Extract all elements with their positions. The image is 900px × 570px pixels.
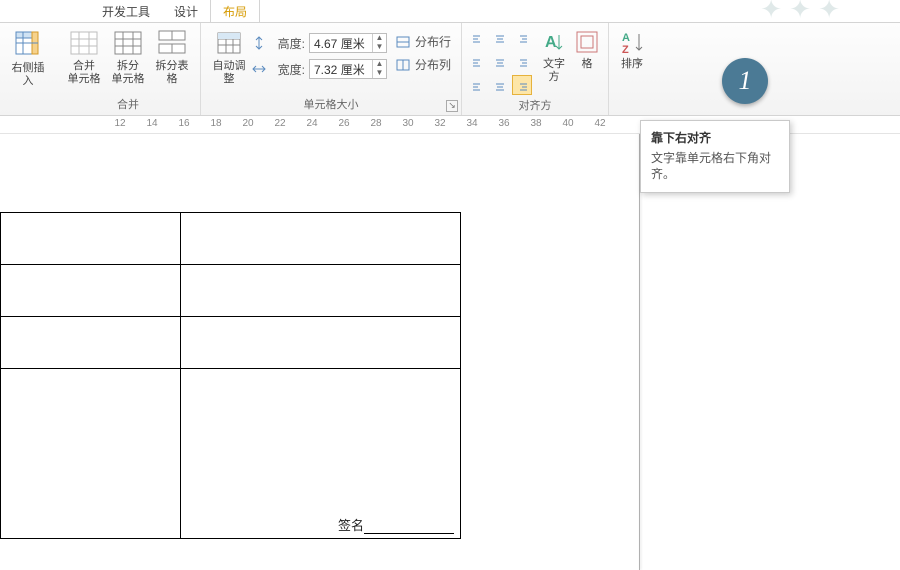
svg-text:Z: Z [622, 44, 629, 55]
table-row: 签名 [1, 369, 461, 539]
text-direction-button[interactable]: A 文字方 [536, 27, 572, 84]
ruler-tick: 18 [210, 118, 221, 129]
ruler-tick: 42 [594, 118, 605, 129]
split-table-button[interactable]: 拆分表格 [150, 27, 194, 86]
table-row [1, 317, 461, 369]
merge-cells-button[interactable]: 合并 单元格 [62, 27, 106, 86]
align-top-left[interactable] [468, 31, 488, 51]
insert-right-label: 右侧插入 [8, 62, 48, 88]
align-mid-center[interactable] [490, 53, 510, 73]
signature-text: 签名 [338, 515, 454, 534]
autofit-label: 自动调整 [209, 60, 249, 86]
autofit-icon [214, 29, 244, 57]
spin-down[interactable]: ▼ [373, 43, 386, 52]
text-direction-icon: A [541, 29, 567, 55]
page-right-edge [639, 134, 640, 570]
split-cells-icon [113, 29, 143, 57]
row-height-input[interactable]: 4.67 厘米 ▲▼ [309, 33, 387, 53]
svg-text:A: A [622, 32, 630, 44]
tab-devtools[interactable]: 开发工具 [90, 0, 162, 22]
cell-margins-icon [574, 29, 600, 55]
ruler-tick: 12 [114, 118, 125, 129]
tooltip-align-bottom-right: 靠下右对齐 文字靠单元格右下角对齐。 [640, 120, 790, 193]
ruler-tick: 36 [498, 118, 509, 129]
cell-margins-label: 格 [582, 58, 593, 71]
ruler-tick: 32 [434, 118, 445, 129]
text-direction-label: 文字方 [538, 58, 570, 84]
tooltip-title: 靠下右对齐 [651, 129, 779, 146]
height-label: 高度: [271, 35, 305, 52]
document-table[interactable]: 签名 [0, 212, 461, 539]
ruler-tick: 34 [466, 118, 477, 129]
alignment-grid [468, 27, 532, 95]
ruler-tick: 16 [178, 118, 189, 129]
cellsize-group-label: 单元格大小 [207, 94, 455, 115]
width-label: 宽度: [271, 61, 305, 78]
sort-button[interactable]: AZ 排序 [615, 27, 649, 71]
page: 签名 [0, 134, 640, 570]
split-cells-label: 拆分 单元格 [112, 60, 145, 86]
distribute-rows-icon [395, 34, 411, 50]
distribute-cols-label: 分布列 [415, 56, 451, 73]
table-row [1, 265, 461, 317]
group-label-blank2 [615, 98, 649, 115]
align-bot-left[interactable] [468, 75, 488, 95]
merge-group-label: 合并 [62, 94, 194, 115]
cellsize-dialog-launcher[interactable]: ↘ [446, 100, 458, 112]
ruler-tick: 20 [242, 118, 253, 129]
ruler-tick: 26 [338, 118, 349, 129]
ruler-tick: 22 [274, 118, 285, 129]
ruler-tick: 40 [562, 118, 573, 129]
align-top-center[interactable] [490, 31, 510, 51]
distribute-rows-label: 分布行 [415, 33, 451, 50]
col-width-icon [251, 61, 267, 77]
row-height-value: 4.67 厘米 [310, 35, 372, 52]
sort-icon: AZ [619, 29, 645, 55]
distribute-rows-button[interactable]: 分布行 [395, 33, 451, 50]
cell-margins-button[interactable]: 格 [572, 27, 602, 84]
distribute-cols-icon [395, 57, 411, 73]
ruler-tick: 14 [146, 118, 157, 129]
insert-column-right-icon [13, 29, 43, 59]
ruler-tick: 30 [402, 118, 413, 129]
align-bot-center[interactable] [490, 75, 510, 95]
tab-layout[interactable]: 布局 [210, 0, 260, 22]
split-cells-button[interactable]: 拆分 单元格 [106, 27, 150, 86]
autofit-button[interactable]: 自动调整 [207, 27, 251, 86]
align-group-label: 对齐方 [468, 95, 602, 116]
table-row [1, 213, 461, 265]
svg-text:A: A [545, 34, 557, 51]
align-bot-right[interactable] [512, 75, 532, 95]
align-mid-left[interactable] [468, 53, 488, 73]
document-area: 签名 [0, 134, 900, 570]
decorative-stars: ✦ ✦ ✦ [760, 0, 840, 25]
group-label-blank [6, 98, 50, 115]
tab-design[interactable]: 设计 [162, 0, 210, 22]
align-mid-right[interactable] [512, 53, 532, 73]
align-top-right[interactable] [512, 31, 532, 51]
col-width-value: 7.32 厘米 [310, 61, 372, 78]
split-table-label: 拆分表格 [152, 60, 192, 86]
merge-cells-icon [69, 29, 99, 57]
ruler-tick: 24 [306, 118, 317, 129]
distribute-cols-button[interactable]: 分布列 [395, 56, 451, 73]
sort-label: 排序 [621, 58, 643, 71]
spin-down[interactable]: ▼ [373, 69, 386, 78]
merge-cells-label: 合并 单元格 [68, 60, 101, 86]
col-width-input[interactable]: 7.32 厘米 ▲▼ [309, 59, 387, 79]
tooltip-body: 文字靠单元格右下角对齐。 [651, 150, 779, 182]
ruler-tick: 28 [370, 118, 381, 129]
row-height-icon [251, 35, 267, 51]
insert-right-button[interactable]: 右侧插入 [6, 27, 50, 88]
split-table-icon [157, 29, 187, 57]
ruler-tick: 38 [530, 118, 541, 129]
step-badge: 1 [722, 58, 768, 104]
